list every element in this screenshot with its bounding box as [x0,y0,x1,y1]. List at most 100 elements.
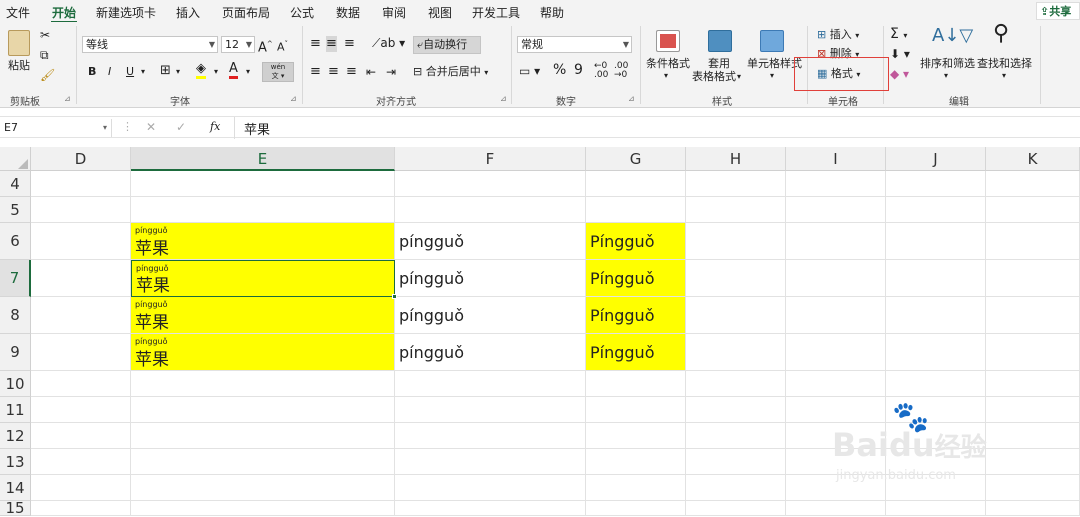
cell[interactable]: píngguǒ 苹果 [131,334,395,371]
cell[interactable] [786,371,886,397]
cell[interactable] [986,223,1080,260]
cell[interactable] [786,501,886,516]
column-header-h[interactable]: H [686,147,786,171]
comma-button[interactable]: 9 [574,62,583,78]
column-header-g[interactable]: G [586,147,686,171]
italic-button[interactable]: I [108,64,111,80]
tab-help[interactable]: 帮助 [540,4,564,21]
chevron-down-icon[interactable]: ▾ [176,64,180,80]
grow-font-icon[interactable]: A^ [258,36,273,56]
select-all-corner[interactable] [0,147,31,171]
underline-button[interactable]: U [126,64,134,80]
chevron-down-icon[interactable]: ▾ [214,64,218,80]
cell[interactable]: píngguǒ 苹果 [131,297,395,334]
cell[interactable] [31,297,131,334]
copy-icon[interactable]: ⧉ [40,47,49,63]
cell[interactable] [686,501,786,516]
align-right-icon[interactable]: ≡ [346,64,357,80]
chevron-down-icon[interactable]: ▾ [141,64,145,80]
fill-icon[interactable]: ⬇ ▾ [890,46,910,62]
chevron-down-icon[interactable]: ▾ [246,64,250,80]
cell[interactable] [986,297,1080,334]
cell[interactable] [395,197,586,223]
cell[interactable] [395,371,586,397]
cell[interactable] [786,223,886,260]
fill-color-icon[interactable]: ◈ [196,62,206,79]
cell[interactable]: píngguǒ [395,334,586,371]
cell[interactable] [131,197,395,223]
cell[interactable] [31,371,131,397]
cell[interactable]: Píngguǒ [586,297,686,334]
chevron-down-icon[interactable]: ▾ [1002,68,1006,84]
paste-icon[interactable] [8,30,30,56]
format-as-table-label2[interactable]: 表格格式 [692,69,736,85]
chevron-down-icon[interactable]: ▾ [944,68,948,84]
cell-styles-icon[interactable] [760,30,784,52]
clipboard-launcher-icon[interactable]: ⊿ [64,95,71,103]
cell[interactable] [586,501,686,516]
active-cell[interactable]: píngguǒ 苹果 [131,260,395,297]
confirm-icon[interactable]: ✓ [176,120,186,134]
font-color-button[interactable]: A [229,62,238,79]
cell[interactable] [395,423,586,449]
cell[interactable] [686,449,786,475]
cell[interactable] [686,171,786,197]
fill-handle[interactable] [392,294,397,299]
cell[interactable] [31,171,131,197]
cell[interactable] [31,260,131,297]
column-header-f[interactable]: F [395,147,586,171]
cell[interactable] [886,449,986,475]
cell[interactable] [586,449,686,475]
row-header[interactable]: 13 [0,449,31,475]
cell[interactable] [586,171,686,197]
cell[interactable] [986,475,1080,501]
tab-home[interactable]: 开始 [50,4,78,23]
cell[interactable] [986,423,1080,449]
cell[interactable] [586,197,686,223]
cell[interactable] [686,260,786,297]
decrease-decimal-icon[interactable]: .00 →0 [614,62,628,80]
cell[interactable]: Píngguǒ [586,260,686,297]
cell[interactable] [586,423,686,449]
orientation-icon[interactable]: ⟋ab ▾ [372,35,405,51]
cell[interactable] [786,334,886,371]
cell[interactable] [686,371,786,397]
cell[interactable] [986,171,1080,197]
cell[interactable] [886,197,986,223]
cell[interactable] [886,334,986,371]
cell[interactable] [786,171,886,197]
insert-function-icon[interactable]: fx [210,120,220,133]
cell[interactable] [131,423,395,449]
insert-cells-button[interactable]: ⊞ 插入 ▾ [817,27,859,44]
row-header[interactable]: 14 [0,475,31,501]
cell[interactable] [786,475,886,501]
cell[interactable] [31,197,131,223]
cell[interactable]: Píngguǒ [586,334,686,371]
chevron-down-icon[interactable]: ▾ [664,68,668,84]
cell[interactable] [786,423,886,449]
align-top-icon[interactable]: ≡ [310,36,321,52]
cell[interactable] [31,449,131,475]
cell[interactable] [886,501,986,516]
cell[interactable] [586,475,686,501]
phonetic-guide-button[interactable]: wén 文 ▾ [262,62,294,82]
row-header[interactable]: 11 [0,397,31,423]
cell[interactable] [131,449,395,475]
cell[interactable]: píngguǒ [395,297,586,334]
cell[interactable] [131,397,395,423]
format-as-table-icon[interactable] [708,30,732,52]
increase-indent-icon[interactable]: ⇥ [386,64,396,80]
row-header[interactable]: 10 [0,371,31,397]
cell[interactable] [395,501,586,516]
column-header-i[interactable]: I [786,147,886,171]
cell[interactable] [686,297,786,334]
tab-page-layout[interactable]: 页面布局 [222,4,270,21]
cell[interactable] [131,371,395,397]
row-header[interactable]: 9 [0,334,31,371]
autosum-button[interactable]: Σ ▾ [890,26,907,44]
cell[interactable] [886,371,986,397]
cell[interactable] [131,475,395,501]
tab-developer[interactable]: 开发工具 [472,4,520,21]
column-header-j[interactable]: J [886,147,986,171]
cell[interactable]: píngguǒ 苹果 [131,223,395,260]
